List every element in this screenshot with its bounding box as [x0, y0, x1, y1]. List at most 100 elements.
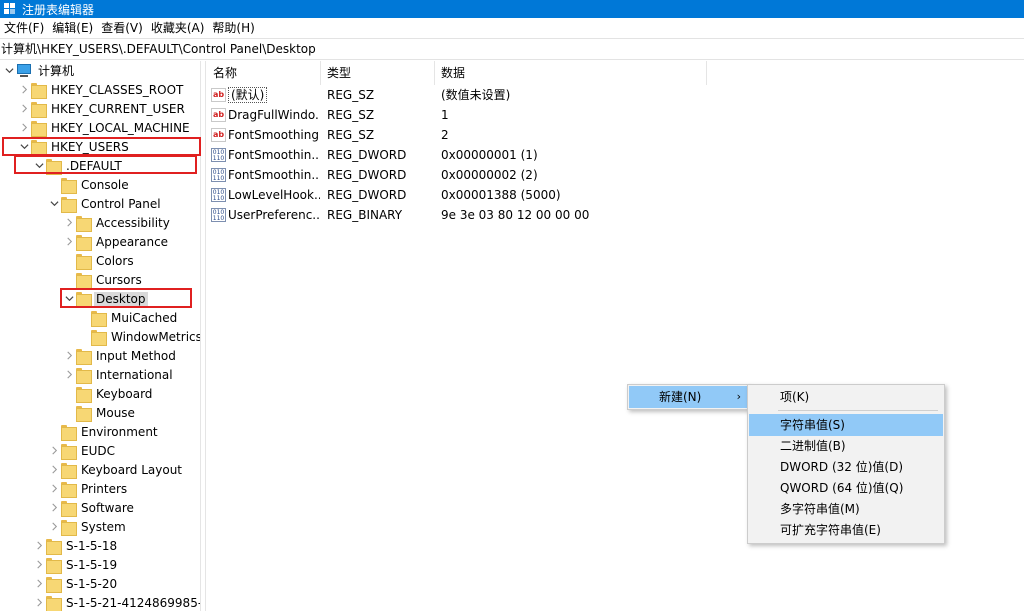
- tree-item-muicached[interactable]: MuiCached: [77, 308, 179, 327]
- chevron-right-icon[interactable]: [32, 593, 46, 611]
- tree-item-hkey-users[interactable]: HKEY_USERS: [17, 137, 131, 156]
- tree-item-windowmetrics[interactable]: WindowMetrics: [77, 327, 200, 346]
- chevron-right-icon[interactable]: [17, 80, 31, 99]
- tree-item-label: EUDC: [81, 443, 115, 458]
- chevron-right-icon[interactable]: [62, 232, 76, 251]
- tree-item-printers[interactable]: Printers: [47, 479, 129, 498]
- value-row[interactable]: 010 110 LowLevelHook... REG_DWORD 0x0000138…: [207, 185, 1024, 205]
- value-row[interactable]: ab (默认) REG_SZ (数值未设置): [207, 85, 1024, 105]
- chevron-right-icon[interactable]: [62, 365, 76, 384]
- tree-item-environment[interactable]: Environment: [47, 422, 160, 441]
- submenu-item-1[interactable]: 字符串值(S): [749, 414, 943, 436]
- menu-item-new-label: 新建(N): [659, 390, 702, 404]
- menu-3[interactable]: 收藏夹(A): [149, 18, 211, 38]
- tree-item-keyboard-layout[interactable]: Keyboard Layout: [47, 460, 184, 479]
- value-name: DragFullWindo...: [228, 105, 320, 125]
- folder-icon: [91, 310, 107, 327]
- chevron-right-icon[interactable]: [47, 498, 61, 517]
- chevron-down-icon[interactable]: [47, 194, 61, 213]
- menu-4[interactable]: 帮助(H): [210, 18, 260, 38]
- value-row[interactable]: ab FontSmoothing REG_SZ 2: [207, 125, 1024, 145]
- chevron-right-icon[interactable]: [47, 517, 61, 536]
- tree-item-s-1-5-18[interactable]: S-1-5-18: [32, 536, 119, 555]
- value-type: REG_DWORD: [327, 188, 407, 202]
- tree-item-label: S-1-5-19: [66, 557, 118, 572]
- column-name-header[interactable]: 名称: [207, 61, 321, 85]
- tree-item-hkey-local-machine[interactable]: HKEY_LOCAL_MACHINE: [17, 118, 192, 137]
- tree-item-default[interactable]: .DEFAULT: [32, 156, 124, 175]
- tree-item-s-1-5-20[interactable]: S-1-5-20: [32, 574, 119, 593]
- tree-item-[interactable]: 计算机: [2, 61, 76, 80]
- value-row[interactable]: 010 110 FontSmoothin... REG_DWORD 0x0000000…: [207, 165, 1024, 185]
- submenu-item-2[interactable]: 二进制值(B): [749, 435, 943, 457]
- tree-item-mouse[interactable]: Mouse: [62, 403, 137, 422]
- binary-value-icon: 010 110: [211, 208, 226, 222]
- menu-1[interactable]: 编辑(E): [50, 18, 99, 38]
- tree-item-hkey-classes-root[interactable]: HKEY_CLASSES_ROOT: [17, 80, 185, 99]
- tree-item-input-method[interactable]: Input Method: [62, 346, 178, 365]
- submenu-item-4[interactable]: QWORD (64 位)值(Q): [749, 477, 943, 499]
- menu-0[interactable]: 文件(F): [2, 18, 50, 38]
- tree-item-international[interactable]: International: [62, 365, 175, 384]
- submenu-item-5[interactable]: 多字符串值(M): [749, 498, 943, 520]
- folder-icon: [76, 348, 92, 365]
- tree-item-label: HKEY_CURRENT_USER: [51, 101, 185, 116]
- tree-item-label: HKEY_CLASSES_ROOT: [51, 82, 184, 97]
- address-bar[interactable]: 计算机\HKEY_USERS\.DEFAULT\Control Panel\De…: [0, 38, 1024, 60]
- tree-item-appearance[interactable]: Appearance: [62, 232, 170, 251]
- chevron-right-icon[interactable]: [17, 99, 31, 118]
- chevron-right-icon[interactable]: [47, 441, 61, 460]
- tree-item-system[interactable]: System: [47, 517, 128, 536]
- tree-item-control-panel[interactable]: Control Panel: [47, 194, 163, 213]
- chevron-down-icon[interactable]: [62, 289, 76, 308]
- folder-icon: [76, 291, 92, 308]
- submenu-item-0[interactable]: 项(K): [749, 386, 943, 408]
- tree-item-hkey-current-user[interactable]: HKEY_CURRENT_USER: [17, 99, 187, 118]
- tree-item-label: 计算机: [38, 64, 75, 78]
- value-row[interactable]: 010 110 FontSmoothin... REG_DWORD 0x0000000…: [207, 145, 1024, 165]
- new-submenu[interactable]: 项(K) 字符串值(S) 二进制值(B) DWORD (32 位)值(D) QWORD …: [747, 384, 945, 544]
- tree-item-s-1-5-19[interactable]: S-1-5-19: [32, 555, 119, 574]
- tree-item-cursors[interactable]: Cursors: [62, 270, 144, 289]
- tree-item-console[interactable]: Console: [47, 175, 131, 194]
- chevron-right-icon[interactable]: [47, 460, 61, 479]
- registry-tree[interactable]: 计算机 HKEY_CLASSES_ROOT HKEY_CURRENT_USER HKE…: [0, 61, 200, 611]
- tree-item-desktop[interactable]: Desktop: [62, 289, 148, 308]
- chevron-right-icon[interactable]: [32, 574, 46, 593]
- submenu-item-3[interactable]: DWORD (32 位)值(D): [749, 456, 943, 478]
- pane-splitter[interactable]: [200, 61, 206, 611]
- chevron-right-icon[interactable]: [47, 479, 61, 498]
- value-data: 0x00000001 (1): [441, 148, 538, 162]
- folder-icon: [46, 576, 62, 593]
- chevron-right-icon[interactable]: [62, 213, 76, 232]
- folder-icon: [76, 272, 92, 289]
- tree-item-s-1-5-21-4124869985-63[interactable]: S-1-5-21-4124869985-63: [32, 593, 200, 611]
- chevron-down-icon[interactable]: [17, 137, 31, 156]
- tree-item-keyboard[interactable]: Keyboard: [62, 384, 154, 403]
- tree-item-colors[interactable]: Colors: [62, 251, 136, 270]
- submenu-item-6[interactable]: 可扩充字符串值(E): [749, 519, 943, 541]
- tree-item-accessibility[interactable]: Accessibility: [62, 213, 172, 232]
- value-data: 9e 3e 03 80 12 00 00 00: [441, 208, 590, 222]
- column-data-header[interactable]: 数据: [435, 61, 707, 85]
- chevron-right-icon[interactable]: [32, 536, 46, 555]
- chevron-right-icon[interactable]: [62, 346, 76, 365]
- chevron-down-icon[interactable]: [2, 61, 16, 80]
- value-row[interactable]: 010 110 UserPreferenc... REG_BINARY 9e 3e 0…: [207, 205, 1024, 225]
- context-menu[interactable]: 新建(N) ›: [627, 384, 749, 410]
- chevron-right-icon[interactable]: [32, 555, 46, 574]
- menu-item-new[interactable]: 新建(N) ›: [629, 386, 747, 408]
- tree-item-eudc[interactable]: EUDC: [47, 441, 117, 460]
- chevron-right-icon[interactable]: [17, 118, 31, 137]
- folder-icon: [61, 424, 77, 441]
- tree-item-label: S-1-5-21-4124869985-63: [66, 595, 200, 610]
- value-row[interactable]: ab DragFullWindo... REG_SZ 1: [207, 105, 1024, 125]
- folder-icon: [31, 120, 47, 137]
- tree-item-software[interactable]: Software: [47, 498, 136, 517]
- column-type-header[interactable]: 类型: [321, 61, 435, 85]
- chevron-down-icon[interactable]: [32, 156, 46, 175]
- menu-2[interactable]: 查看(V): [99, 18, 149, 38]
- tree-item-label: MuiCached: [111, 310, 178, 325]
- tree-item-label: .DEFAULT: [66, 158, 122, 173]
